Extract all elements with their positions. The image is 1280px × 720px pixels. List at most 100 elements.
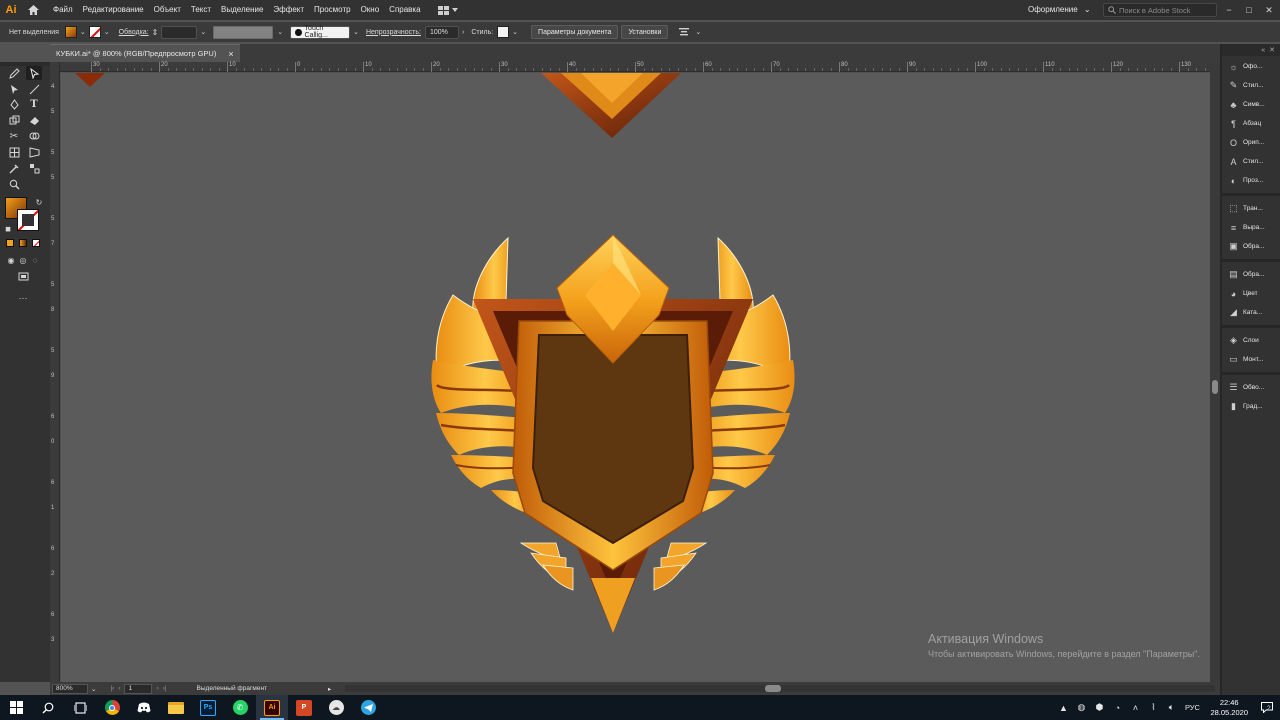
menu-item[interactable]: Объект [149, 0, 186, 20]
file-explorer-icon[interactable] [160, 695, 192, 720]
rotate-tool-icon[interactable] [6, 113, 22, 127]
scissors-tool-icon[interactable]: ✂ [6, 129, 22, 143]
tray-app-icon[interactable]: ◍ [1072, 695, 1090, 720]
preferences-button[interactable]: Установки [621, 25, 669, 39]
chevron-down-icon[interactable]: ⌄ [277, 28, 283, 36]
opacity-label[interactable]: Непрозрачность: [366, 29, 421, 36]
first-page-icon[interactable]: |‹ [110, 685, 114, 692]
stroke-weight-field[interactable] [161, 25, 198, 39]
zoom-field[interactable]: 800% [52, 683, 88, 694]
minimize-button[interactable]: − [1218, 0, 1240, 20]
scroll-thumb[interactable] [1212, 380, 1218, 394]
edit-toolbar-icon[interactable]: ··· [15, 291, 31, 305]
chevron-down-icon[interactable]: ⌄ [512, 28, 518, 36]
draw-inside-icon[interactable]: ◌ [27, 253, 43, 267]
artboard-canvas[interactable] [61, 73, 1210, 682]
start-button[interactable] [0, 695, 32, 720]
panel-tab[interactable]: A Стил... [1222, 153, 1280, 170]
prev-page-icon[interactable]: ‹ [118, 685, 120, 692]
mesh-tool-icon[interactable] [6, 145, 22, 159]
menu-item[interactable]: Просмотр [309, 0, 356, 20]
brush-definition[interactable]: Touch Callig... [290, 25, 351, 39]
perspective-tool-icon[interactable] [26, 145, 42, 159]
collapse-icon[interactable]: « [1261, 47, 1265, 54]
line-tool-icon[interactable] [26, 82, 42, 96]
discord-icon[interactable] [128, 695, 160, 720]
stock-search-input[interactable]: Поиск в Adobe Stock [1103, 3, 1217, 17]
zoom-tool-icon[interactable] [6, 177, 22, 191]
chevron-down-icon[interactable]: ⌄ [695, 28, 701, 36]
graphic-style-swatch[interactable] [497, 26, 510, 38]
panel-tab[interactable]: O Орип... [1222, 134, 1280, 151]
blend-tool-icon[interactable] [26, 161, 42, 175]
chevron-down-icon[interactable]: ⌄ [104, 28, 110, 36]
telegram-icon[interactable] [352, 695, 384, 720]
dock-header[interactable]: « ✕ [1222, 44, 1280, 56]
stroke-label[interactable]: Обводка: [119, 29, 149, 36]
selection-tool-icon[interactable] [6, 82, 22, 96]
horizontal-scrollbar[interactable] [345, 685, 1215, 692]
chevron-down-icon[interactable]: ⌄ [353, 28, 359, 36]
horizontal-ruler[interactable]: 30 20 10 0 10 20 30 40 50 60 70 80 90 100 110 120 130 [60, 62, 1240, 72]
tray-app-icon[interactable]: ◔ [1108, 695, 1126, 720]
variable-width-profile[interactable] [213, 25, 274, 39]
chevron-down-icon[interactable]: ⌄ [80, 28, 86, 36]
whatsapp-icon[interactable]: ✆ [224, 695, 256, 720]
panel-tab[interactable]: ◈ Слои [1222, 332, 1280, 349]
menu-item[interactable]: Выделение [216, 0, 268, 20]
menu-item[interactable]: Редактирование [78, 0, 149, 20]
language-indicator[interactable]: РУС [1180, 695, 1204, 720]
network-icon[interactable]: ⌇ [1144, 695, 1162, 720]
menu-item[interactable]: Справка [384, 0, 425, 20]
powerpoint-icon[interactable]: P [288, 695, 320, 720]
swap-colors-icon[interactable]: ↻ [31, 195, 47, 209]
menu-item[interactable]: Эффект [268, 0, 309, 20]
document-setup-button[interactable]: Параметры документа [531, 25, 619, 39]
photoshop-icon[interactable]: Ps [192, 695, 224, 720]
panel-tab[interactable]: ▤ Обра... [1222, 266, 1280, 283]
panel-tab[interactable]: ✎ Стил... [1222, 77, 1280, 94]
last-page-icon[interactable]: ›| [163, 685, 167, 692]
illustrator-icon[interactable]: Ai [256, 695, 288, 720]
chrome-icon[interactable] [96, 695, 128, 720]
maximize-button[interactable]: □ [1238, 0, 1260, 20]
panel-tab[interactable]: ☼ Офо... [1222, 58, 1280, 75]
volume-icon[interactable]: 🔈︎ [1162, 695, 1180, 720]
next-page-icon[interactable]: › [156, 685, 158, 692]
menu-item[interactable]: Файл [48, 0, 78, 20]
task-view-icon[interactable] [64, 695, 96, 720]
home-icon[interactable] [22, 0, 44, 20]
stroke-swatch[interactable] [88, 26, 101, 38]
messenger-icon[interactable]: ☁ [320, 695, 352, 720]
panel-tab[interactable]: ≡ Выра... [1222, 219, 1280, 236]
vertical-scrollbar[interactable] [1210, 62, 1220, 682]
panel-tab[interactable]: ◐ Проз... [1222, 172, 1280, 189]
status-menu-icon[interactable]: ▸ [328, 685, 331, 693]
opacity-field[interactable]: 100% [424, 25, 459, 39]
scroll-thumb[interactable] [765, 685, 781, 692]
vertical-ruler[interactable]: 4 5 5 5 5 7 5 8 5 9 6 0 6 1 6 2 6 3 [50, 62, 60, 682]
clock[interactable]: 22:46 28.05.2020 [1204, 698, 1254, 718]
default-colors-icon[interactable]: ◼ [0, 222, 16, 236]
panel-tab[interactable]: ▮ Град... [1222, 398, 1280, 415]
stepper-icon[interactable]: ⇕ [152, 28, 159, 37]
chevron-down-icon[interactable]: ⌄ [200, 28, 206, 36]
tray-app-icon[interactable]: ⬢ [1090, 695, 1108, 720]
panel-tab[interactable]: ☰ Обво... [1222, 379, 1280, 396]
close-dock-icon[interactable]: ✕ [1269, 46, 1275, 54]
page-field[interactable]: 1 [124, 683, 153, 694]
notifications-icon[interactable]: 2 [1254, 695, 1280, 720]
fill-swatch[interactable] [64, 26, 77, 38]
workspace-switcher[interactable]: Оформление ⌄ [1028, 0, 1091, 20]
close-button[interactable]: ✕ [1258, 0, 1280, 20]
arrange-documents-icon[interactable] [436, 3, 460, 17]
panel-tab[interactable]: ♣ Симв... [1222, 96, 1280, 113]
panel-tab[interactable]: ▣ Обра... [1222, 238, 1280, 255]
panel-tab[interactable]: ¶ Абзац [1222, 115, 1280, 132]
direct-selection-tool-icon[interactable] [26, 66, 42, 80]
panel-tab[interactable]: ▭ Монт... [1222, 351, 1280, 368]
eraser-tool-icon[interactable] [26, 113, 42, 127]
close-tab-icon[interactable]: × [228, 49, 233, 59]
pencil-tool-icon[interactable] [6, 66, 22, 80]
type-tool-icon[interactable]: T [26, 97, 42, 111]
